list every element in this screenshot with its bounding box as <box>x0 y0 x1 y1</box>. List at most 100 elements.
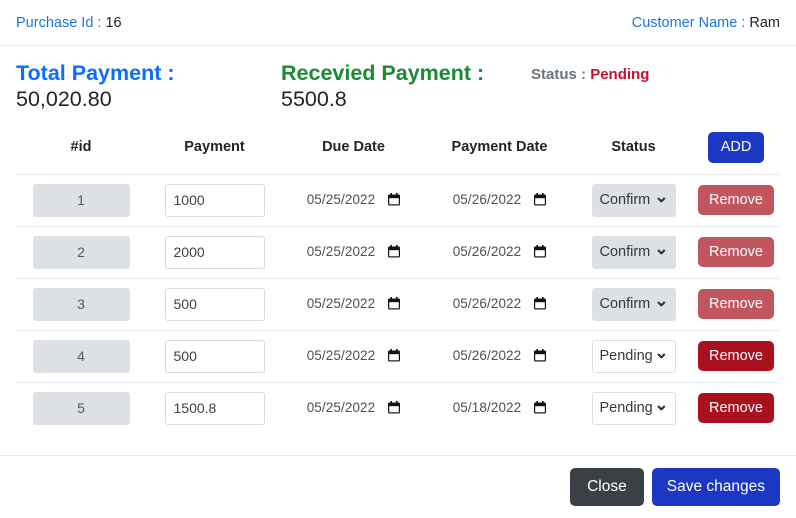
cell-action: Remove <box>692 329 780 382</box>
purchase-id-label: Purchase Id : <box>16 14 102 31</box>
status-select[interactable]: Pending ⌄ <box>591 339 676 373</box>
cell-payment-date: 05/26/2022 <box>424 173 575 226</box>
cell-status: Confirm ⌄ <box>575 225 692 278</box>
calendar-icon <box>534 349 547 362</box>
cell-id: 2 <box>16 225 146 278</box>
total-payment-block: Total Payment : 50,020.80 <box>16 60 281 113</box>
status-select-value: Confirm <box>599 244 651 260</box>
chevron-down-icon: ⌄ <box>654 342 669 362</box>
cell-due-date: 05/25/2022 <box>283 277 424 330</box>
status-select-value: Confirm <box>599 296 651 312</box>
cell-due-date: 05/25/2022 <box>283 225 424 278</box>
cell-payment-date: 05/26/2022 <box>424 277 575 330</box>
status-select[interactable]: Confirm ⌄ <box>591 287 676 321</box>
column-header-id: #id <box>70 139 92 156</box>
cell-status: Confirm ⌄ <box>575 277 692 330</box>
cell-due-date: 05/25/2022 <box>283 329 424 382</box>
table-body: 105/25/202205/26/2022Confirm⌄Remove205/2… <box>16 173 780 434</box>
due-date-input[interactable]: 05/25/2022 <box>307 400 401 415</box>
cell-payment-date: 05/26/2022 <box>424 225 575 278</box>
payments-table-container: #id Payment Due Date Payment Date Status… <box>0 132 796 455</box>
cell-status: Confirm ⌄ <box>575 173 692 226</box>
cell-status: Pending ⌄ <box>575 329 692 382</box>
status-select[interactable]: Confirm ⌄ <box>591 235 676 269</box>
column-header-payment-date: Payment Date <box>451 139 548 156</box>
payment-details-modal: Purchase Id : 16 Customer Name : Ram Tot… <box>0 0 796 518</box>
calendar-icon <box>388 245 401 258</box>
cell-payment <box>146 329 283 382</box>
payment-date-value: 05/26/2022 <box>452 192 522 207</box>
cell-id: 1 <box>16 173 146 226</box>
total-payment-label: Total Payment : <box>16 61 175 85</box>
cell-payment-date: 05/26/2022 <box>424 329 575 382</box>
cell-due-date: 05/25/2022 <box>283 173 424 226</box>
cell-id: 3 <box>16 277 146 330</box>
customer-name-value: Ram <box>749 14 780 31</box>
cell-payment <box>146 277 283 330</box>
payment-amount-input[interactable] <box>164 183 265 217</box>
table-row: 3 05/25/2022 05/26/2022 Confirm⌄ Remove <box>16 277 780 330</box>
due-date-value: 05/25/2022 <box>306 192 376 207</box>
payment-amount-input[interactable] <box>164 339 265 373</box>
status-select[interactable]: Confirm ⌄ <box>591 183 676 217</box>
chevron-down-icon: ⌄ <box>654 290 669 310</box>
cell-payment-date: 05/18/2022 <box>424 381 575 434</box>
due-date-value: 05/25/2022 <box>306 296 376 311</box>
status-select[interactable]: Pending ⌄ <box>591 391 676 425</box>
table-row: 2 05/25/2022 05/26/2022 Confirm⌄ Remove <box>16 225 780 278</box>
remove-row-button[interactable]: Remove <box>698 184 774 216</box>
payment-date-input[interactable]: 05/26/2022 <box>453 348 547 363</box>
customer-name-label: Customer Name : <box>631 14 746 31</box>
remove-row-button[interactable]: Remove <box>698 288 774 320</box>
calendar-icon <box>534 401 547 414</box>
calendar-icon <box>534 193 547 206</box>
payment-date-input[interactable]: 05/26/2022 <box>453 192 547 207</box>
payment-amount-input[interactable] <box>164 391 265 425</box>
table-row: 1 05/25/2022 05/26/2022 Confirm⌄ Remove <box>16 173 780 226</box>
due-date-input[interactable]: 05/25/2022 <box>307 244 401 259</box>
column-header-due-date: Due Date <box>322 139 385 156</box>
calendar-icon <box>388 349 401 362</box>
payment-amount-input[interactable] <box>164 287 265 321</box>
total-payment-value: 50,020.80 <box>16 87 112 112</box>
status-value: Pending <box>590 66 650 83</box>
table-row: 4 05/25/2022 05/26/2022 Pending⌄ Remove <box>16 329 780 382</box>
row-id-field: 2 <box>32 235 130 269</box>
payment-date-input[interactable]: 05/18/2022 <box>453 400 547 415</box>
summary-section: Total Payment : 50,020.80 Recevied Payme… <box>0 46 796 132</box>
purchase-id: Purchase Id : 16 <box>16 15 122 31</box>
table-row: 5 05/25/2022 05/18/2022 Pending⌄ Remove <box>16 381 780 434</box>
modal-header: Purchase Id : 16 Customer Name : Ram <box>0 0 796 46</box>
chevron-down-icon: ⌄ <box>654 238 669 258</box>
due-date-input[interactable]: 05/25/2022 <box>307 348 401 363</box>
payment-amount-input[interactable] <box>164 235 265 269</box>
row-id-field: 1 <box>32 183 130 217</box>
due-date-value: 05/25/2022 <box>306 244 376 259</box>
calendar-icon <box>534 245 547 258</box>
add-row-button[interactable]: ADD <box>707 132 765 163</box>
chevron-down-icon: ⌄ <box>654 186 669 206</box>
cell-due-date: 05/25/2022 <box>283 381 424 434</box>
modal-footer: Close Save changes <box>0 455 796 518</box>
cell-id: 5 <box>16 381 146 434</box>
row-id-field: 5 <box>32 391 130 425</box>
remove-row-button[interactable]: Remove <box>698 340 774 372</box>
due-date-input[interactable]: 05/25/2022 <box>307 192 401 207</box>
payment-date-input[interactable]: 05/26/2022 <box>453 244 547 259</box>
status-badge: Status : Pending <box>531 60 649 83</box>
cell-payment <box>146 173 283 226</box>
column-header-payment: Payment <box>184 139 245 156</box>
remove-row-button[interactable]: Remove <box>698 236 774 268</box>
save-changes-button[interactable]: Save changes <box>651 468 780 506</box>
cell-action: Remove <box>692 381 780 434</box>
close-button[interactable]: Close <box>570 468 644 506</box>
payment-date-input[interactable]: 05/26/2022 <box>453 296 547 311</box>
remove-row-button[interactable]: Remove <box>698 392 774 424</box>
payment-date-value: 05/18/2022 <box>452 400 522 415</box>
chevron-down-icon: ⌄ <box>654 394 669 414</box>
calendar-icon <box>388 297 401 310</box>
due-date-value: 05/25/2022 <box>306 348 376 363</box>
status-select-value: Pending <box>599 348 652 364</box>
status-select-value: Confirm <box>599 192 651 208</box>
due-date-input[interactable]: 05/25/2022 <box>307 296 401 311</box>
